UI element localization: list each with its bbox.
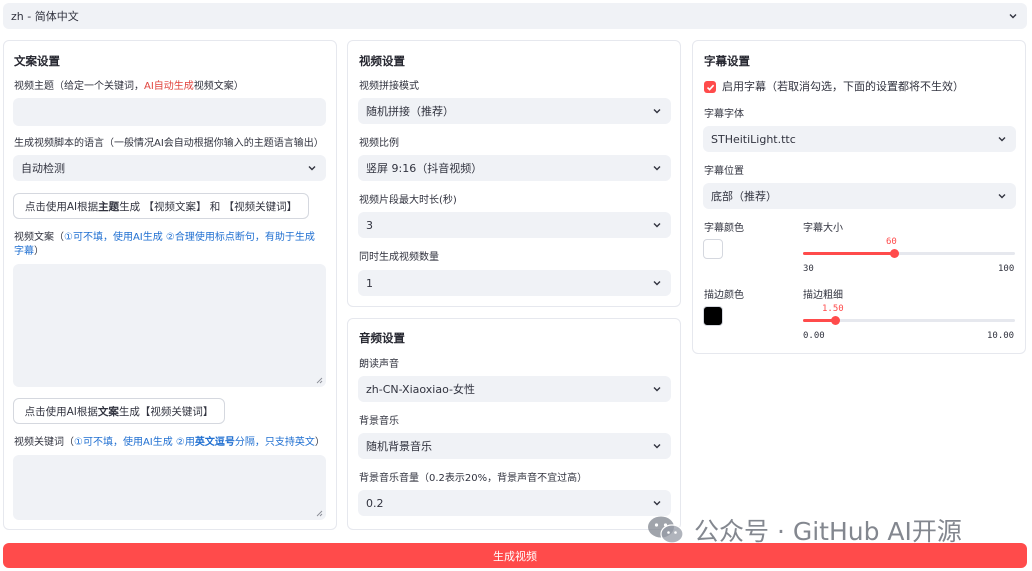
font-color-picker[interactable] [703,239,723,259]
concat-mode-value: 随机拼接（推荐） [366,105,454,118]
voice-select[interactable]: zh-CN-Xiaoxiao-女性 [358,376,671,402]
bgm-select[interactable]: 随机背景音乐 [358,433,671,459]
voice-value: zh-CN-Xiaoxiao-女性 [366,383,475,396]
chevron-down-icon [651,277,663,289]
font-size-label: 字幕大小 [803,223,843,234]
generate-script-btn-part2: 生成 【视频文案】 和 【视频关键词】 [119,200,298,213]
stroke-width-min: 0.00 [803,331,825,341]
chevron-down-icon [996,190,1008,202]
chevron-down-icon [996,133,1008,145]
video-keywords-label: 视频关键词（①可不填，使用AI生成 ②用英文逗号分隔，只支持英文） [14,436,325,450]
voice-label: 朗读声音 [359,359,399,370]
language-select[interactable]: zh - 简体中文 [3,3,1027,29]
aspect-ratio-select[interactable]: 竖屏 9:16（抖音视频） [358,155,671,181]
video-subject-input[interactable] [13,98,326,126]
chevron-down-icon [651,497,663,509]
clip-duration-label: 视频片段最大时长(秒) [359,195,457,206]
generate-keywords-btn-part2: 生成【视频关键词】 [118,405,214,418]
font-size-max: 100 [998,264,1015,274]
language-select-value: zh - 简体中文 [11,10,79,23]
aspect-ratio-label: 视频比例 [359,138,399,149]
video-script-label-prefix: 视频文案（ [14,232,64,243]
chevron-down-icon [651,219,663,231]
concat-mode-select[interactable]: 随机拼接（推荐） [358,98,671,124]
chevron-down-icon [1007,10,1019,22]
chevron-down-icon [651,440,663,452]
video-count-select[interactable]: 1 [358,270,671,296]
audio-settings-title: 音频设置 [359,331,405,345]
chevron-down-icon [651,162,663,174]
stroke-width-value: 1.50 [822,304,844,314]
generate-script-and-keywords-button[interactable]: 点击使用AI根据 主题 生成 【视频文案】 和 【视频关键词】 [13,193,309,219]
aspect-ratio-value: 竖屏 9:16（抖音视频） [366,162,483,175]
video-keywords-label-hint2: 分隔，只支持英文 [234,437,315,448]
subtitle-settings-title: 字幕设置 [704,54,750,68]
video-count-label: 同时生成视频数量 [359,252,439,263]
video-keywords-label-hint1: ①可不填，使用AI生成 ②用 [74,437,195,448]
script-language-select[interactable]: 自动检测 [13,155,326,181]
bgm-value: 随机背景音乐 [366,440,432,453]
position-label: 字幕位置 [704,166,744,177]
check-icon [706,84,714,91]
stroke-width-label: 描边粗细 [803,290,843,301]
video-keywords-label-bold: 英文逗号 [194,437,235,448]
video-script-textarea[interactable] [13,264,326,387]
font-select[interactable]: STHeitiLight.ttc [703,126,1016,152]
script-language-label: 生成视频脚本的语言（一般情况AI会自动根据你输入的主题语言输出） [14,138,324,149]
font-size-value: 60 [886,237,897,247]
resize-grip-icon[interactable] [316,510,323,517]
slider-fill [803,252,894,255]
font-value: STHeitiLight.ttc [711,132,796,146]
enable-subtitle-label[interactable]: 启用字幕（若取消勾选，下面的设置都将不生效） [722,80,964,94]
generate-script-btn-part1: 点击使用AI根据 [24,200,99,213]
bgm-volume-label: 背景音乐音量（0.2表示20%，背景声音不宜过高） [359,473,588,484]
chevron-down-icon [651,105,663,117]
bgm-label: 背景音乐 [359,416,399,427]
bgm-volume-value: 0.2 [366,496,384,510]
video-keywords-label-prefix: 视频关键词（ [14,437,74,448]
video-keywords-textarea[interactable] [13,455,326,520]
stroke-color-picker[interactable] [703,306,723,326]
generate-keywords-btn-part1: 点击使用AI根据 [24,405,98,418]
script-language-value: 自动检测 [21,162,65,175]
wechat-icon [648,516,684,544]
generate-script-btn-bold: 主题 [98,200,120,213]
font-size-min: 30 [803,264,814,274]
generate-keywords-button[interactable]: 点击使用AI根据 文案 生成【视频关键词】 [13,398,225,424]
position-select[interactable]: 底部（推荐） [703,183,1016,209]
chevron-down-icon [651,383,663,395]
resize-grip-icon[interactable] [316,377,323,384]
concat-mode-label: 视频拼接模式 [359,81,419,92]
clip-duration-value: 3 [366,218,373,232]
generate-keywords-btn-bold: 文案 [97,405,119,418]
slider-thumb[interactable] [890,249,899,258]
video-subject-label-suffix: 视频文案） [193,81,244,92]
video-subject-label-prefix: 视频主题（给定一个关键词， [14,81,144,92]
slider-thumb[interactable] [831,316,840,325]
stroke-width-max: 10.00 [987,331,1015,341]
generate-video-button[interactable]: 生成视频 [3,543,1027,568]
video-script-label-suffix: ） [34,246,44,257]
stroke-width-slider[interactable] [803,315,1015,327]
enable-subtitle-checkbox[interactable] [704,81,716,93]
video-keywords-label-suffix: ） [314,437,325,448]
video-count-value: 1 [366,276,373,290]
video-subject-label-highlight: AI自动生成 [144,81,194,92]
chevron-down-icon [306,162,318,174]
font-label: 字幕字体 [704,109,744,120]
stroke-color-label: 描边颜色 [704,290,744,301]
script-settings-title: 文案设置 [14,54,60,68]
font-color-label: 字幕颜色 [704,223,744,234]
position-value: 底部（推荐） [711,190,777,203]
video-subject-label: 视频主题（给定一个关键词，AI自动生成视频文案） [14,80,244,94]
video-settings-title: 视频设置 [359,54,405,68]
clip-duration-select[interactable]: 3 [358,212,671,238]
video-script-label: 视频文案（①可不填，使用AI生成 ②合理使用标点断句，有助于生成字幕） [14,231,324,259]
bgm-volume-select[interactable]: 0.2 [358,490,671,516]
font-size-slider[interactable] [803,248,1015,260]
